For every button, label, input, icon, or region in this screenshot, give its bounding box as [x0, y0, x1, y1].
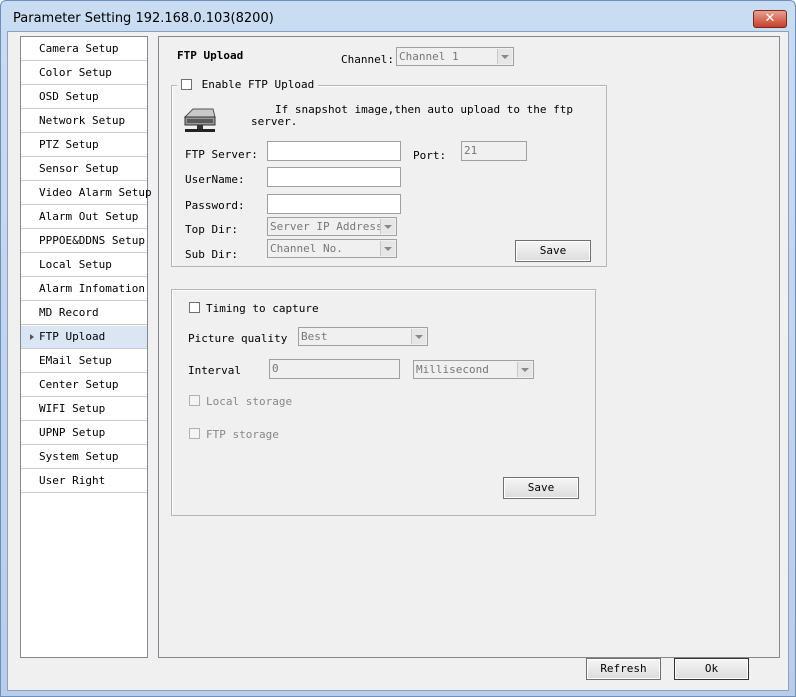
- ftp-storage-label: FTP storage: [206, 428, 279, 441]
- sidebar-item-label: UPNP Setup: [39, 426, 106, 439]
- sidebar-item-user-right[interactable]: User Right: [21, 470, 147, 493]
- info-text-line1: If snapshot image,then auto upload to th…: [275, 103, 574, 116]
- channel-value: Channel 1: [399, 50, 459, 63]
- sidebar-item-local-setup[interactable]: Local Setup: [21, 254, 147, 277]
- sidebar-item-label: Color Setup: [39, 66, 112, 79]
- close-button[interactable]: ✕: [753, 10, 787, 28]
- chevron-down-icon[interactable]: [497, 49, 512, 64]
- timing-save-button[interactable]: Save: [503, 477, 579, 499]
- panel-title: FTP Upload: [177, 49, 244, 62]
- sidebar-item-osd-setup[interactable]: OSD Setup: [21, 86, 147, 109]
- sidebar-item-alarm-out-setup[interactable]: Alarm Out Setup: [21, 206, 147, 229]
- settings-sidebar: Camera Setup Color Setup OSD Setup Netwo…: [20, 36, 152, 658]
- sidebar-item-label: FTP Upload: [39, 330, 106, 343]
- sidebar-item-label: PTZ Setup: [39, 138, 99, 151]
- chevron-down-icon[interactable]: [380, 219, 395, 234]
- sidebar-item-alarm-infomation[interactable]: Alarm Infomation: [21, 278, 147, 301]
- sidebar-item-md-record[interactable]: MD Record: [21, 302, 147, 325]
- sidebar-item-label: System Setup: [39, 450, 119, 463]
- ftp-save-button[interactable]: Save: [515, 240, 591, 262]
- sidebar-item-label: Alarm Out Setup: [39, 210, 139, 223]
- picture-quality-value: Best: [301, 330, 328, 343]
- enable-ftp-label: Enable FTP Upload: [201, 78, 315, 91]
- username-label: UserName:: [185, 173, 245, 186]
- sidebar-item-label: EMail Setup: [39, 354, 112, 367]
- chevron-down-icon[interactable]: [380, 241, 395, 256]
- sidebar-item-email-setup[interactable]: EMail Setup: [21, 350, 147, 373]
- enable-ftp-row[interactable]: Enable FTP Upload: [177, 77, 319, 93]
- interval-unit-select[interactable]: Millisecond: [413, 360, 534, 379]
- ftp-server-label: FTP Server:: [185, 148, 258, 161]
- timing-capture-checkbox[interactable]: [189, 302, 200, 313]
- sidebar-item-camera-setup[interactable]: Camera Setup: [21, 38, 147, 61]
- enable-ftp-checkbox[interactable]: [181, 79, 192, 90]
- channel-label: Channel:: [341, 53, 394, 66]
- port-label: Port:: [413, 149, 447, 162]
- sidebar-item-label: Center Setup: [39, 378, 119, 391]
- sidebar-item-upnp-setup[interactable]: UPNP Setup: [21, 422, 147, 445]
- parameter-setting-window: Parameter Setting 192.168.0.103(8200) ✕ …: [0, 0, 796, 697]
- sidebar-item-label: Network Setup: [39, 114, 126, 127]
- info-text-line2: server.: [251, 115, 298, 128]
- interval-unit-value: Millisecond: [416, 363, 489, 376]
- sidebar-item-ptz-setup[interactable]: PTZ Setup: [21, 134, 147, 157]
- client-area: Camera Setup Color Setup OSD Setup Netwo…: [7, 31, 789, 691]
- sidebar-item-label: User Right: [39, 474, 106, 487]
- chevron-down-icon[interactable]: [411, 329, 426, 344]
- sidebar-item-label: Alarm Infomation: [39, 282, 145, 295]
- timing-capture-label: Timing to capture: [206, 302, 319, 315]
- sidebar-item-label: PPPOE&DDNS Setup: [39, 234, 145, 247]
- sub-dir-value: Channel No.: [270, 242, 343, 255]
- ftp-storage-checkbox[interactable]: [189, 428, 200, 439]
- sidebar-item-system-setup[interactable]: System Setup: [21, 446, 147, 469]
- sidebar-item-wifi-setup[interactable]: WIFI Setup: [21, 398, 147, 421]
- interval-field[interactable]: 0: [269, 359, 400, 379]
- sidebar-item-network-setup[interactable]: Network Setup: [21, 110, 147, 133]
- ftp-upload-panel: FTP Upload Channel: Channel 1 Enable FTP…: [158, 36, 780, 658]
- sidebar-item-label: Sensor Setup: [39, 162, 119, 175]
- window-title: Parameter Setting 192.168.0.103(8200): [13, 11, 274, 26]
- sidebar-item-video-alarm-setup[interactable]: Video Alarm Setup: [21, 182, 152, 205]
- sidebar-item-pppoe-ddns-setup[interactable]: PPPOE&DDNS Setup: [21, 230, 147, 253]
- sidebar-item-label: MD Record: [39, 306, 99, 319]
- sidebar-item-label: Video Alarm Setup: [39, 186, 152, 199]
- close-icon: ✕: [764, 11, 776, 26]
- port-field[interactable]: 21: [461, 141, 527, 161]
- title-bar[interactable]: Parameter Setting 192.168.0.103(8200) ✕: [1, 1, 795, 35]
- local-storage-checkbox[interactable]: [189, 395, 200, 406]
- interval-label: Interval: [188, 364, 241, 377]
- chevron-down-icon[interactable]: [517, 362, 532, 377]
- picture-quality-select[interactable]: Best: [298, 327, 428, 346]
- sidebar-item-sensor-setup[interactable]: Sensor Setup: [21, 158, 147, 181]
- selected-arrow-icon: [30, 334, 34, 340]
- password-label: Password:: [185, 199, 245, 212]
- refresh-button[interactable]: Refresh: [586, 658, 661, 680]
- sub-dir-select[interactable]: Channel No.: [267, 239, 397, 258]
- sidebar-item-ftp-upload[interactable]: FTP Upload: [21, 326, 147, 349]
- sub-dir-label: Sub Dir:: [185, 248, 238, 261]
- top-dir-label: Top Dir:: [185, 223, 238, 236]
- hard-drive-upload-icon: [183, 108, 216, 132]
- sidebar-item-label: Camera Setup: [39, 42, 119, 55]
- sidebar-item-label: Local Setup: [39, 258, 112, 271]
- password-field[interactable]: [267, 194, 401, 214]
- sidebar-item-label: WIFI Setup: [39, 402, 106, 415]
- ok-button[interactable]: Ok: [674, 658, 749, 680]
- channel-select[interactable]: Channel 1: [396, 47, 514, 66]
- sidebar-item-center-setup[interactable]: Center Setup: [21, 374, 147, 397]
- picture-quality-label: Picture quality: [188, 332, 288, 345]
- local-storage-label: Local storage: [206, 395, 293, 408]
- username-field[interactable]: [267, 167, 401, 187]
- sidebar-item-color-setup[interactable]: Color Setup: [21, 62, 147, 85]
- top-dir-value: Server IP Address: [270, 220, 383, 233]
- ftp-server-field[interactable]: [267, 141, 401, 161]
- sidebar-item-label: OSD Setup: [39, 90, 99, 103]
- top-dir-select[interactable]: Server IP Address: [267, 217, 397, 236]
